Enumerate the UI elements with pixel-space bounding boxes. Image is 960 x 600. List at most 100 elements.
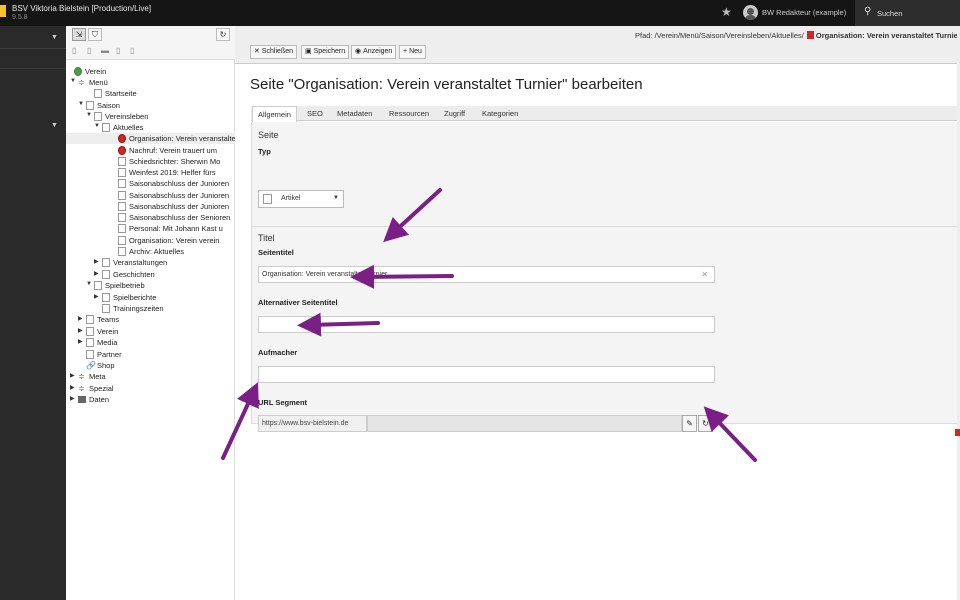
expand-toggle-icon[interactable]: ▼	[86, 112, 94, 118]
tree-node[interactable]: ▼ Spielbetrieb	[66, 280, 235, 291]
recalculate-icon[interactable]: ↻	[698, 415, 713, 432]
tree-node-label: Saisonabschluss der Junioren	[129, 202, 230, 211]
tree-node[interactable]: Partner	[66, 349, 235, 360]
bookmark-star-icon[interactable]: ★	[721, 5, 732, 19]
page-icon	[94, 281, 102, 290]
tree-node[interactable]: ▶ Media	[66, 337, 235, 348]
expand-toggle-icon[interactable]: ▶	[70, 372, 78, 379]
new-page-drag-icon[interactable]: ⇲	[72, 28, 86, 41]
tab-categories[interactable]: Kategorien	[477, 106, 523, 121]
save-button[interactable]: ▣ Speichern	[301, 45, 350, 59]
page-icon	[94, 89, 102, 98]
search-box[interactable]: ⚲ Suchen	[855, 0, 960, 26]
menu-icon: ≑	[78, 372, 85, 381]
tree-node[interactable]: Trainingszeiten	[66, 303, 235, 314]
tab-metadata[interactable]: Metadaten	[332, 106, 377, 121]
expand-toggle-icon[interactable]: ▶	[78, 315, 86, 322]
tab-seo[interactable]: SEO	[302, 106, 328, 121]
tree-node[interactable]: ▶ Teams	[66, 314, 235, 325]
page-icon	[118, 224, 126, 233]
tree-node-label: Saisonabschluss der Senioren	[129, 213, 231, 222]
expand-toggle-icon[interactable]: ▼	[86, 281, 94, 287]
module-separator	[0, 68, 66, 69]
tree-node[interactable]: Saisonabschluss der Junioren	[66, 178, 235, 189]
new-button[interactable]: + Neu	[399, 45, 426, 59]
tree-node[interactable]: ▶ Veranstaltungen	[66, 257, 235, 268]
tree-node[interactable]: ▼ Saison	[66, 100, 235, 111]
page-icon	[102, 258, 110, 267]
tree-node[interactable]: Schiedsrichter: Sherwin Mo	[66, 156, 235, 167]
teaser-input[interactable]	[258, 366, 715, 383]
tree-node[interactable]: ▶ Daten	[66, 394, 235, 405]
tree-node[interactable]: ▼ Aktuelles	[66, 122, 235, 133]
tree-node[interactable]: Startseite	[66, 88, 235, 99]
tree-toolbar: ⇲ ⛉ ↻ ▯ ▯ ▬ ▯ ▯	[66, 26, 235, 60]
tree-node[interactable]: ▶ ≑ Meta	[66, 371, 235, 382]
tree-node[interactable]: ▼ Vereinsleben	[66, 111, 235, 122]
tree-node[interactable]: 🔗 Shop	[66, 360, 235, 371]
site-name: BSV Viktoria Bielstein [Production/Live]	[12, 4, 152, 13]
url-segment-input[interactable]	[367, 415, 682, 432]
refresh-icon[interactable]: ↻	[216, 28, 230, 41]
save-icon: ▣	[305, 48, 312, 55]
filter-icon[interactable]: ⛉	[88, 28, 102, 41]
tree-node[interactable]: Weinfest 2019: Helfer fürs	[66, 167, 235, 178]
tree-node[interactable]: ▶ Verein	[66, 326, 235, 337]
tree-node[interactable]: ▶ Spielberichte	[66, 292, 235, 303]
tree-node-label: Daten	[89, 395, 110, 404]
close-button[interactable]: ✕ Schließen	[250, 45, 298, 59]
page-icon	[118, 213, 126, 222]
page-icon	[102, 123, 110, 132]
tree-node[interactable]: Verein	[66, 66, 235, 77]
tab-general[interactable]: Allgemein	[252, 106, 297, 122]
tree-node[interactable]: Saisonabschluss der Junioren	[66, 190, 235, 201]
type-select[interactable]: Artikel ▼	[258, 190, 344, 208]
page-icon	[86, 350, 94, 359]
plus-icon: +	[403, 48, 408, 55]
expand-toggle-icon[interactable]: ▶	[70, 384, 78, 391]
form-panel: Seite Typ Artikel ▼ Titel Seitentitel Or…	[251, 122, 960, 432]
tab-access[interactable]: Zugriff	[439, 106, 470, 121]
tree-node[interactable]: ▶ ≑ Spezial	[66, 383, 235, 394]
tree-node[interactable]: Personal: Mit Johann Kast u	[66, 223, 235, 234]
expand-toggle-icon[interactable]: ▶	[94, 258, 102, 265]
page-type-icon[interactable]: ▯	[72, 46, 82, 56]
tree-node[interactable]: Archiv: Aktuelles	[66, 246, 235, 257]
expand-toggle-icon[interactable]: ▼	[94, 123, 102, 129]
user-menu[interactable]: BW Redakteur (example)	[762, 8, 846, 17]
folder-type-icon[interactable]: ▬	[101, 46, 111, 56]
expand-toggle-icon[interactable]: ▶	[78, 338, 86, 345]
expand-toggle-icon[interactable]: ▶	[94, 270, 102, 277]
page-type-icon[interactable]: ▯	[116, 46, 126, 56]
type-label: Typ	[258, 147, 271, 156]
module-group-toggle-icon[interactable]: ▼	[51, 122, 58, 129]
toggle-edit-icon[interactable]: ✎	[682, 415, 697, 432]
tree-node[interactable]: Nachruf: Verein trauert um	[66, 145, 235, 156]
view-button[interactable]: ◉ Anzeigen	[351, 45, 397, 59]
page-type-icon[interactable]: ▯	[87, 46, 97, 56]
expand-toggle-icon[interactable]: ▼	[70, 78, 78, 84]
page-type-icon[interactable]: ▯	[130, 46, 140, 56]
url-segment-label: URL Segment	[258, 398, 308, 407]
tree-node[interactable]: Organisation: Verein verein	[66, 235, 235, 246]
tree-node[interactable]: Organisation: Verein veranstaltet Turnie…	[66, 133, 235, 144]
expand-toggle-icon[interactable]: ▶	[78, 327, 86, 334]
module-group-toggle-icon[interactable]: ▼	[51, 34, 58, 41]
tree-node[interactable]: Saisonabschluss der Senioren	[66, 212, 235, 223]
expand-toggle-icon[interactable]: ▼	[78, 101, 86, 107]
tree-node[interactable]: Saisonabschluss der Junioren	[66, 201, 235, 212]
breadcrumb-record-title: Organisation: Verein veranstaltet Turnie…	[815, 31, 960, 40]
avatar[interactable]	[743, 5, 758, 20]
record-icon	[118, 146, 126, 155]
alt-title-input[interactable]	[258, 316, 715, 333]
tree-node[interactable]: ▶ Geschichten	[66, 269, 235, 280]
page-title-input[interactable]: Organisation: Verein veranstaltet Turnie…	[258, 266, 715, 283]
logo[interactable]	[0, 5, 6, 17]
page-icon	[86, 327, 94, 336]
tree-node[interactable]: ▼ ≑ Menü	[66, 77, 235, 88]
clear-icon[interactable]: ✕	[701, 267, 708, 282]
expand-toggle-icon[interactable]: ▶	[70, 395, 78, 402]
tab-resources[interactable]: Ressourcen	[384, 106, 434, 121]
help-icon[interactable]	[955, 429, 960, 436]
expand-toggle-icon[interactable]: ▶	[94, 293, 102, 300]
